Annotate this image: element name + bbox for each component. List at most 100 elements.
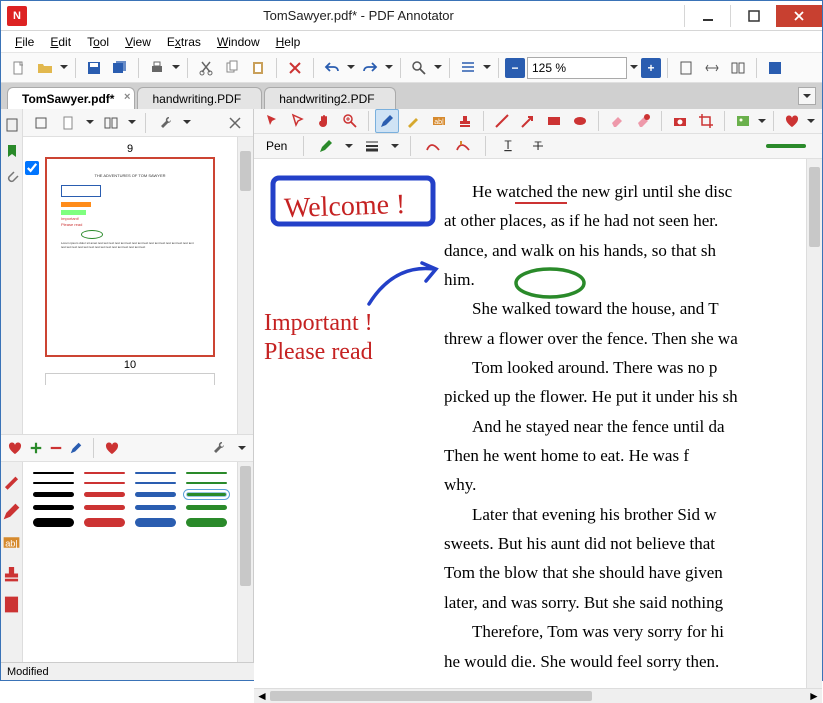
text-tool-icon[interactable]: ab| bbox=[427, 109, 451, 133]
menu-extras[interactable]: Extras bbox=[159, 33, 209, 51]
fav-stamp-icon[interactable] bbox=[1, 563, 22, 584]
line-tool-icon[interactable] bbox=[490, 109, 514, 133]
redo-dropdown[interactable] bbox=[384, 56, 394, 80]
edit-favorite-icon[interactable] bbox=[69, 441, 83, 455]
fav-wrench-icon[interactable] bbox=[207, 436, 231, 460]
open-icon[interactable] bbox=[33, 56, 57, 80]
swatch[interactable] bbox=[84, 505, 125, 510]
undo-dropdown[interactable] bbox=[346, 56, 356, 80]
fav-text-icon[interactable]: ab| bbox=[1, 532, 22, 553]
pen-pressure-icon[interactable] bbox=[451, 134, 475, 158]
swatch[interactable] bbox=[84, 492, 125, 497]
swatch[interactable] bbox=[135, 492, 176, 497]
swatch[interactable] bbox=[33, 472, 74, 474]
heart-icon[interactable] bbox=[7, 440, 23, 456]
swatch[interactable] bbox=[186, 505, 227, 510]
document-view[interactable]: Welcome ! Important !Please read He watc… bbox=[254, 159, 806, 688]
text-strike-icon[interactable]: T bbox=[526, 134, 550, 158]
two-page-icon[interactable] bbox=[726, 56, 750, 80]
page-thumbnail[interactable]: THE ADVENTURES OF TOM SAWYER Important!P… bbox=[45, 157, 215, 357]
swatch[interactable] bbox=[84, 518, 125, 527]
swatch[interactable] bbox=[84, 482, 125, 484]
list-icon[interactable] bbox=[456, 56, 480, 80]
arrow-tool-icon[interactable] bbox=[516, 109, 540, 133]
pointer-icon[interactable] bbox=[260, 109, 284, 133]
print-dropdown[interactable] bbox=[171, 56, 181, 80]
zoom-input[interactable] bbox=[527, 57, 627, 79]
image-dropdown[interactable] bbox=[757, 109, 767, 133]
attachments-icon[interactable] bbox=[4, 169, 20, 185]
minimize-button[interactable] bbox=[684, 5, 730, 27]
text-underline-icon[interactable]: T bbox=[496, 134, 520, 158]
page-menu-dropdown[interactable] bbox=[85, 111, 95, 135]
tab-close-icon[interactable]: × bbox=[124, 91, 130, 103]
menu-help[interactable]: Help bbox=[268, 33, 309, 51]
camera-icon[interactable] bbox=[668, 109, 692, 133]
fit-page-icon[interactable] bbox=[674, 56, 698, 80]
undo-icon[interactable] bbox=[320, 56, 344, 80]
delete-icon[interactable] bbox=[283, 56, 307, 80]
add-favorite-icon[interactable] bbox=[29, 441, 43, 455]
fav-redpage-icon[interactable] bbox=[1, 594, 22, 615]
find-dropdown[interactable] bbox=[433, 56, 443, 80]
copy-icon[interactable] bbox=[220, 56, 244, 80]
doc-hscrollbar[interactable]: ◄► bbox=[254, 688, 822, 703]
thumb-checkbox[interactable] bbox=[25, 161, 39, 175]
wrench-icon[interactable] bbox=[154, 111, 178, 135]
lasso-icon[interactable] bbox=[286, 109, 310, 133]
ellipse-tool-icon[interactable] bbox=[568, 109, 592, 133]
swatch[interactable] bbox=[186, 472, 227, 474]
favorite-dropdown[interactable] bbox=[806, 109, 816, 133]
fav-pen-icon[interactable] bbox=[1, 501, 22, 522]
fav-scrollbar[interactable] bbox=[237, 462, 253, 662]
crop-icon[interactable] bbox=[694, 109, 718, 133]
zoom-in-button[interactable]: + bbox=[641, 58, 661, 78]
tab-handwriting[interactable]: handwriting.PDF bbox=[137, 87, 262, 109]
menu-tool[interactable]: Tool bbox=[79, 33, 117, 51]
pen-smooth-icon[interactable] bbox=[421, 134, 445, 158]
erase-all-icon[interactable] bbox=[631, 109, 655, 133]
maximize-button[interactable] bbox=[730, 5, 776, 27]
fav-pen-red-icon[interactable] bbox=[1, 470, 22, 491]
doc-vscrollbar[interactable] bbox=[806, 159, 822, 688]
pen-width-dropdown[interactable] bbox=[390, 134, 400, 158]
fit-width-icon[interactable] bbox=[700, 56, 724, 80]
page-menu-icon[interactable] bbox=[57, 111, 81, 135]
eraser-icon[interactable] bbox=[605, 109, 629, 133]
pen-color-dropdown[interactable] bbox=[344, 134, 354, 158]
open-dropdown[interactable] bbox=[59, 56, 69, 80]
tab-overflow-button[interactable] bbox=[798, 87, 816, 105]
rect-tool-icon[interactable] bbox=[542, 109, 566, 133]
save-all-icon[interactable] bbox=[108, 56, 132, 80]
close-button[interactable] bbox=[776, 5, 822, 27]
cut-icon[interactable] bbox=[194, 56, 218, 80]
swatch[interactable] bbox=[84, 472, 125, 474]
heart2-icon[interactable] bbox=[104, 440, 120, 456]
close-panel-icon[interactable] bbox=[223, 111, 247, 135]
swatch[interactable] bbox=[135, 505, 176, 510]
swatch[interactable] bbox=[186, 518, 227, 527]
fullscreen-icon[interactable] bbox=[763, 56, 787, 80]
image-insert-icon[interactable] bbox=[731, 109, 755, 133]
pen-width-icon[interactable] bbox=[360, 134, 384, 158]
fav-wrench-dropdown[interactable] bbox=[237, 436, 247, 460]
remove-favorite-icon[interactable] bbox=[49, 441, 63, 455]
paste-icon[interactable] bbox=[246, 56, 270, 80]
zoom-dropdown[interactable] bbox=[629, 56, 639, 80]
swatch[interactable] bbox=[186, 482, 227, 484]
list-dropdown[interactable] bbox=[482, 56, 492, 80]
menu-file[interactable]: File bbox=[7, 33, 42, 51]
redo-icon[interactable] bbox=[358, 56, 382, 80]
stamp-tool-icon[interactable] bbox=[453, 109, 477, 133]
print-icon[interactable] bbox=[145, 56, 169, 80]
marker-icon[interactable] bbox=[401, 109, 425, 133]
menu-edit[interactable]: Edit bbox=[42, 33, 79, 51]
swatch[interactable] bbox=[33, 482, 74, 484]
thumb-scrollbar[interactable] bbox=[237, 137, 253, 434]
swatch[interactable] bbox=[33, 505, 74, 510]
swatch[interactable] bbox=[33, 492, 74, 497]
zoom-icon[interactable] bbox=[338, 109, 362, 133]
tab-tomsawyer[interactable]: TomSawyer.pdf*× bbox=[7, 87, 135, 109]
pen-color-icon[interactable] bbox=[314, 134, 338, 158]
swatch[interactable] bbox=[186, 492, 227, 497]
